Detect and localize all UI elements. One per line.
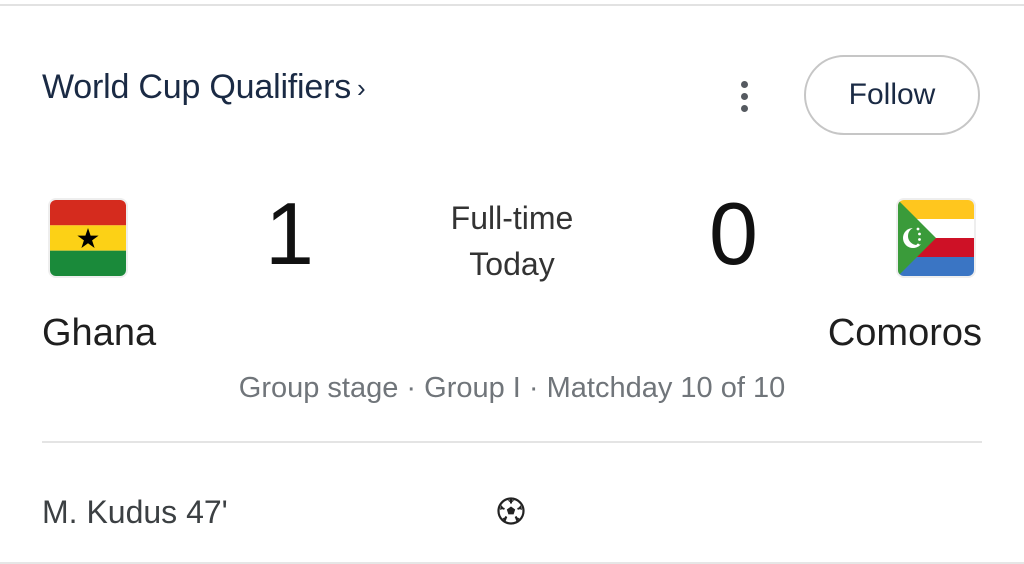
- home-score: 1: [265, 184, 314, 283]
- match-info: Group stage · Group I · Matchday 10 of 1…: [238, 372, 786, 404]
- comoros-flag-icon: [898, 200, 974, 276]
- more-vert-icon-dot: [740, 80, 748, 88]
- home-team-name[interactable]: Ghana: [42, 312, 156, 355]
- match-date: Today: [469, 246, 555, 282]
- match-status: Full-time Today: [412, 195, 612, 287]
- chevron-right-icon: ›: [357, 73, 366, 103]
- more-vert-icon-dot: [740, 92, 748, 100]
- goal-scorer: M. Kudus 47': [42, 494, 228, 530]
- soccer-ball-icon: [496, 496, 526, 526]
- competition-link[interactable]: World Cup Qualifiers ›: [42, 68, 366, 107]
- top-divider: [0, 4, 1024, 6]
- status-label: Full-time: [450, 200, 574, 236]
- more-options-button[interactable]: [724, 74, 764, 118]
- competition-title: World Cup Qualifiers: [42, 68, 352, 106]
- away-score: 0: [709, 184, 758, 283]
- section-divider: [42, 441, 982, 443]
- follow-button[interactable]: Follow: [804, 55, 980, 135]
- ghana-flag-icon: [50, 200, 126, 276]
- away-team-name[interactable]: Comoros: [828, 312, 982, 355]
- more-vert-icon-dot: [740, 104, 748, 112]
